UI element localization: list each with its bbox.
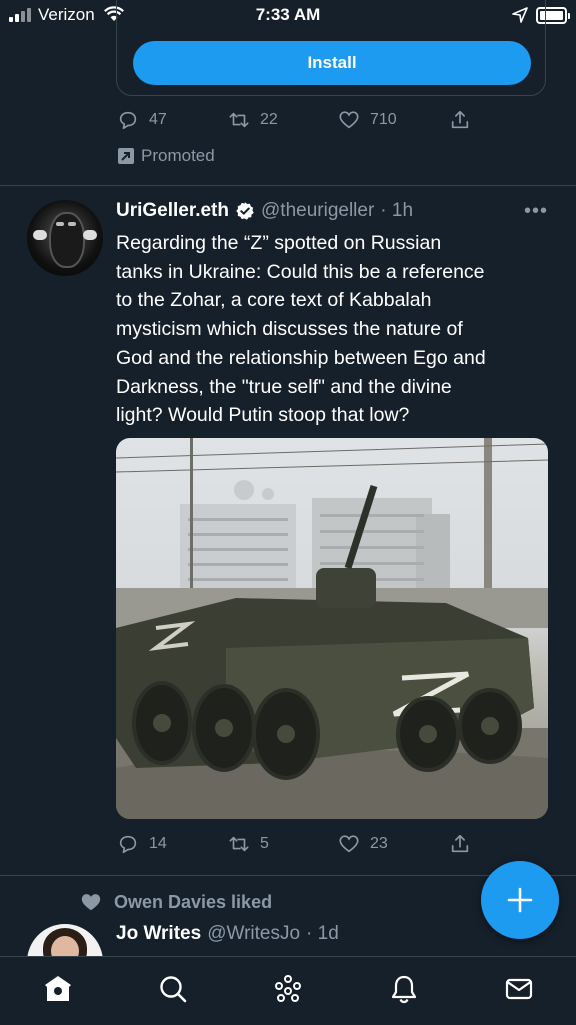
share-icon <box>451 110 469 129</box>
heart-filled-icon <box>81 894 101 911</box>
reply-icon <box>119 111 137 130</box>
tweet-text: Regarding the “Z” spotted on Russian tan… <box>116 232 486 427</box>
share-button[interactable] <box>449 833 471 855</box>
plus-icon <box>507 887 533 913</box>
compose-button[interactable] <box>481 861 559 939</box>
notifications-icon <box>391 975 417 1004</box>
retweet-button[interactable]: 5 <box>228 833 269 855</box>
liked-by-label[interactable]: Owen Davies liked <box>114 892 272 913</box>
divider <box>0 185 576 186</box>
handle[interactable]: @theurigeller <box>261 200 374 222</box>
promoted-icon <box>118 148 134 164</box>
heart-icon <box>339 835 359 853</box>
messages-icon <box>505 978 533 1000</box>
tweet-time: · 1h <box>380 200 414 221</box>
tab-spaces[interactable] <box>270 971 306 1007</box>
tweet-time: · 1d <box>306 923 339 944</box>
tweet-header: Jo Writes @WritesJo · 1d <box>116 923 339 945</box>
reply-count: 14 <box>149 835 167 852</box>
armored-vehicle-image <box>116 438 548 819</box>
like-count: 23 <box>370 835 388 852</box>
like-button[interactable]: 23 <box>338 833 388 855</box>
social-context: Owen Davies liked <box>80 891 272 913</box>
search-icon <box>160 976 187 1003</box>
share-button[interactable] <box>449 109 471 131</box>
verified-badge-icon <box>236 202 254 220</box>
avatar[interactable] <box>27 200 103 276</box>
tab-search[interactable] <box>155 971 191 1007</box>
tab-notifications[interactable] <box>386 971 422 1007</box>
handle[interactable]: @WritesJo <box>207 923 300 945</box>
spaces-icon <box>275 975 301 1002</box>
display-name[interactable]: Jo Writes <box>116 923 201 945</box>
retweet-button[interactable]: 22 <box>228 109 278 131</box>
like-button[interactable]: 710 <box>338 109 397 131</box>
reply-icon <box>119 835 137 854</box>
retweet-count: 5 <box>260 835 269 852</box>
reply-button[interactable]: 14 <box>117 833 167 855</box>
share-icon <box>451 834 469 853</box>
home-icon <box>45 976 71 1001</box>
promoted-label: Promoted <box>117 146 215 166</box>
retweet-icon <box>229 836 249 852</box>
tab-messages[interactable] <box>501 971 537 1007</box>
display-name[interactable]: UriGeller.eth <box>116 200 229 222</box>
like-count: 710 <box>370 111 397 128</box>
tab-bar <box>0 956 576 1025</box>
reply-button[interactable]: 47 <box>117 109 167 131</box>
heart-icon <box>339 111 359 129</box>
more-options-icon[interactable]: ••• <box>524 200 548 223</box>
reply-count: 47 <box>149 111 167 128</box>
install-button[interactable]: Install <box>133 41 531 85</box>
retweet-count: 22 <box>260 111 278 128</box>
retweet-icon <box>229 112 249 128</box>
tweet-image[interactable] <box>116 438 548 819</box>
tab-home[interactable] <box>40 971 76 1007</box>
tweet-header: UriGeller.eth @theurigeller · 1h <box>116 200 413 222</box>
